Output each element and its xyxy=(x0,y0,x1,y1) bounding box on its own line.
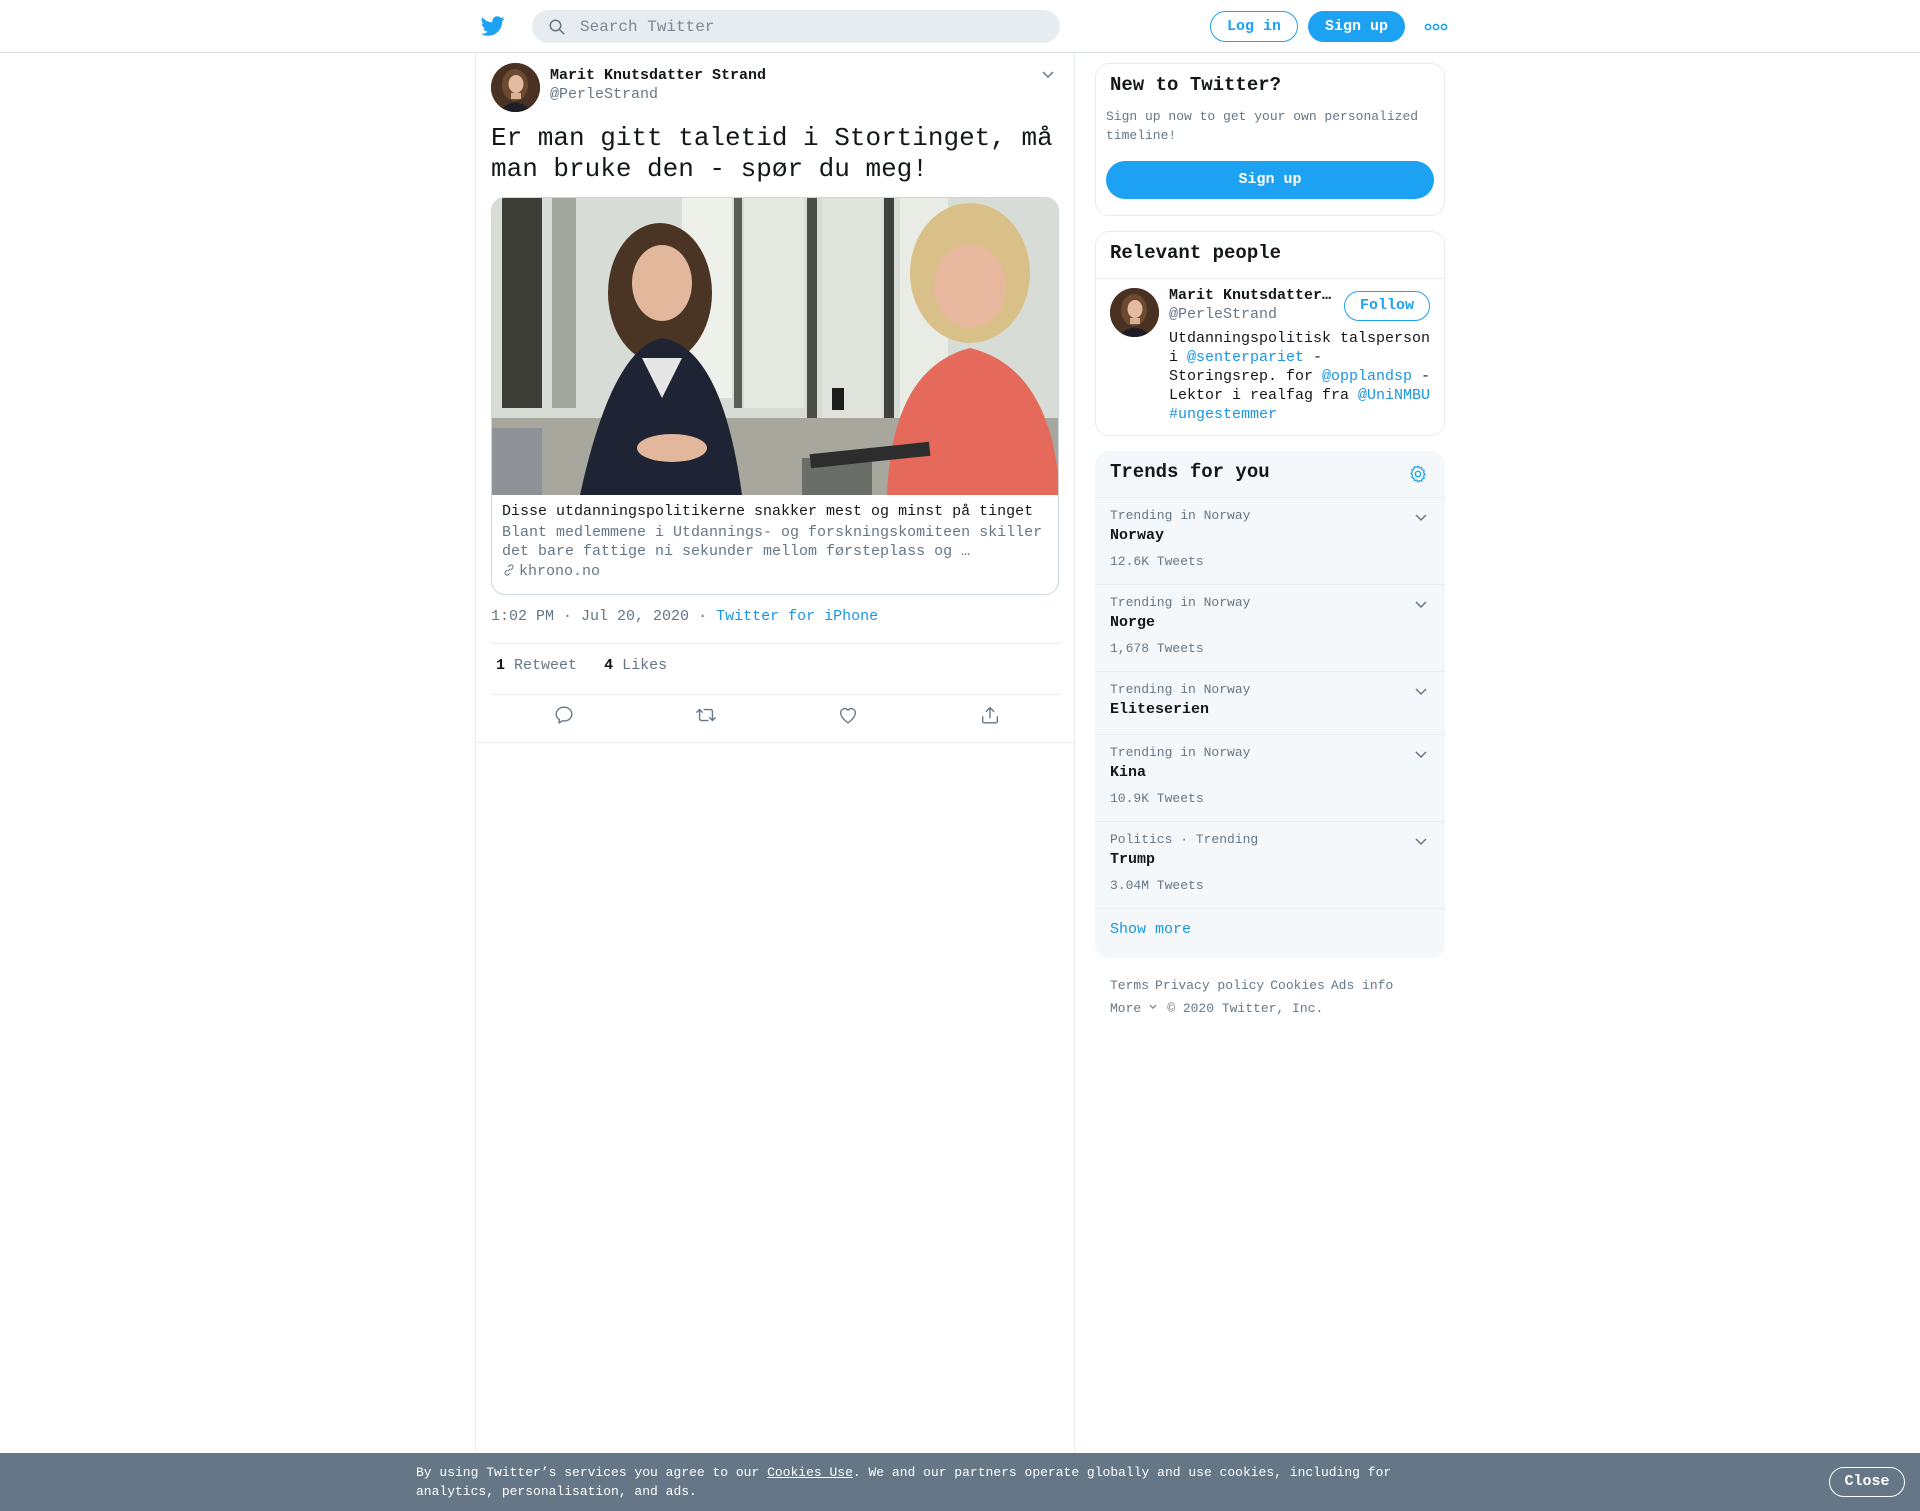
show-more-link[interactable]: Show more xyxy=(1110,921,1191,938)
main-timeline-column: Marit Knutsdatter Strand @PerleStrand Er… xyxy=(475,53,1075,1453)
author-handle[interactable]: @PerleStrand xyxy=(550,86,658,103)
retweet-icon[interactable] xyxy=(695,704,717,726)
trend-name: Kina xyxy=(1110,764,1147,781)
share-icon[interactable] xyxy=(979,704,1001,726)
chevron-down-icon[interactable] xyxy=(1040,67,1056,83)
person-handle[interactable]: @PerleStrand xyxy=(1169,306,1277,323)
likes-stat[interactable]: 4 Likes xyxy=(604,657,667,674)
trend-context: Trending in Norway xyxy=(1110,682,1251,697)
trend-item[interactable]: Politics · Trending Trump 3.04M Tweets xyxy=(1095,821,1445,908)
chevron-down-icon[interactable] xyxy=(1413,597,1429,613)
cookie-close-button[interactable]: Close xyxy=(1829,1467,1905,1497)
tweet-bottom-border xyxy=(476,742,1074,743)
trend-item[interactable]: Trending in Norway Eliteserien xyxy=(1095,671,1445,734)
trend-tweet-count: 10.9K Tweets xyxy=(1110,791,1204,806)
person-bio: Utdanningspolitisk talsperson i @senterp… xyxy=(1169,329,1437,424)
module-title: Relevant people xyxy=(1110,242,1282,264)
footer-privacy-link[interactable]: Privacy policy xyxy=(1155,978,1264,993)
module-description: Sign up now to get your own personalized… xyxy=(1106,109,1419,143)
chevron-down-icon[interactable] xyxy=(1413,834,1429,850)
module-title: Trends for you xyxy=(1110,461,1270,483)
footer-more-button[interactable]: More xyxy=(1110,1001,1159,1016)
like-count: 4 xyxy=(604,657,614,674)
new-to-twitter-module: New to Twitter? Sign up now to get your … xyxy=(1095,63,1445,216)
relevant-people-module: Relevant people Marit Knutsdatter Strand… xyxy=(1095,231,1445,436)
more-dots-icon[interactable] xyxy=(1424,21,1448,33)
trend-name: Trump xyxy=(1110,851,1156,868)
footer-cookies-link[interactable]: Cookies xyxy=(1270,978,1325,993)
tweet-text: Er man gitt taletid i Stortinget, må man… xyxy=(491,123,1053,184)
search-box[interactable] xyxy=(532,10,1060,43)
trend-tweet-count: 12.6K Tweets xyxy=(1110,554,1204,569)
retweet-stat[interactable]: 1 Retweet xyxy=(496,657,577,674)
divider xyxy=(1096,278,1444,279)
retweet-count: 1 xyxy=(496,657,506,674)
avatar[interactable] xyxy=(491,63,540,112)
card-image xyxy=(492,198,1058,495)
card-description: Blant medlemmene i Utdannings- og forskn… xyxy=(502,524,1043,560)
like-icon[interactable] xyxy=(837,704,859,726)
person-name[interactable]: Marit Knutsdatter Strand xyxy=(1169,287,1337,304)
footer-ads-link[interactable]: Ads info xyxy=(1331,978,1393,993)
divider xyxy=(491,643,1061,644)
footer-copyright: © 2020 Twitter, Inc. xyxy=(1167,1001,1324,1016)
cookie-text: By using Twitter’s services you agree to… xyxy=(416,1463,1436,1501)
chevron-down-icon[interactable] xyxy=(1413,510,1429,526)
footer-terms-link[interactable]: Terms xyxy=(1110,978,1149,993)
cookie-banner: By using Twitter’s services you agree to… xyxy=(0,1453,1920,1511)
link-card[interactable]: Disse utdanningspolitikerne snakker mest… xyxy=(491,197,1059,595)
chevron-down-icon[interactable] xyxy=(1413,684,1429,700)
meta-separator: · xyxy=(698,608,708,625)
trend-context: Trending in Norway xyxy=(1110,508,1251,523)
bio-mention-opplandsp[interactable]: @opplandsp xyxy=(1322,368,1412,385)
tweet-stats: 1 Retweet 4 Likes xyxy=(496,657,667,674)
bio-mention-senterpariet[interactable]: @senterpariet xyxy=(1187,349,1304,366)
login-button[interactable]: Log in xyxy=(1210,11,1298,42)
likes-stat-label: Likes xyxy=(622,657,668,674)
trend-name: Norway xyxy=(1110,527,1165,544)
cookie-text-before: By using Twitter’s services you agree to… xyxy=(416,1465,768,1480)
trend-name: Norge xyxy=(1110,614,1156,631)
author-name[interactable]: Marit Knutsdatter Strand xyxy=(550,67,766,84)
trend-tweet-count: 3.04M Tweets xyxy=(1110,878,1204,893)
avatar[interactable] xyxy=(1110,288,1159,337)
top-navigation-bar: Log in Sign up xyxy=(0,0,1920,53)
trend-context: Politics · Trending xyxy=(1110,832,1259,847)
tweet-timestamp[interactable]: 1:02 PM · Jul 20, 2020 xyxy=(491,608,689,625)
trend-context: Trending in Norway xyxy=(1110,595,1251,610)
card-domain-text: khrono.no xyxy=(519,563,601,580)
tweet-source-link[interactable]: Twitter for iPhone xyxy=(716,608,878,625)
module-title: New to Twitter? xyxy=(1110,74,1282,96)
trend-tweet-count: 1,678 Tweets xyxy=(1110,641,1204,656)
trend-name: Eliteserien xyxy=(1110,701,1210,718)
gear-icon[interactable] xyxy=(1408,464,1428,484)
cookies-use-link[interactable]: Cookies Use xyxy=(767,1465,853,1480)
divider xyxy=(491,694,1061,695)
footer-more-label: More xyxy=(1110,1001,1142,1016)
chevron-down-icon[interactable] xyxy=(1413,747,1429,763)
bio-hashtag-ungestemmer[interactable]: #ungestemmer xyxy=(1169,406,1277,423)
trends-module: Trends for you Trending in Norway Norway… xyxy=(1095,451,1445,958)
sidebar-signup-button[interactable]: Sign up xyxy=(1106,161,1434,199)
signup-button[interactable]: Sign up xyxy=(1308,11,1405,42)
link-icon xyxy=(504,564,514,576)
retweet-stat-label: Retweet xyxy=(514,657,578,674)
follow-button[interactable]: Follow xyxy=(1344,291,1430,321)
twitter-bird-icon[interactable] xyxy=(480,14,506,38)
trend-item[interactable]: Trending in Norway Kina 10.9K Tweets xyxy=(1095,734,1445,821)
bio-mention-uninmbu[interactable]: @UniNMBU xyxy=(1358,387,1430,404)
card-domain[interactable]: khrono.no xyxy=(502,563,600,580)
trend-context: Trending in Norway xyxy=(1110,745,1251,760)
search-icon xyxy=(549,19,565,35)
reply-icon[interactable] xyxy=(553,704,575,726)
trend-item[interactable]: Trending in Norway Norge 1,678 Tweets xyxy=(1095,584,1445,671)
tweet-meta: 1:02 PM · Jul 20, 2020 · Twitter for iPh… xyxy=(491,608,878,625)
sidebar-footer: Terms Privacy policy Cookies Ads info More ©… xyxy=(1110,974,1440,1020)
card-title[interactable]: Disse utdanningspolitikerne snakker mest… xyxy=(502,503,1033,520)
trend-item[interactable]: Trending in Norway Norway 12.6K Tweets xyxy=(1095,497,1445,584)
chevron-down-icon xyxy=(1149,1004,1157,1010)
search-input[interactable] xyxy=(580,10,1040,43)
